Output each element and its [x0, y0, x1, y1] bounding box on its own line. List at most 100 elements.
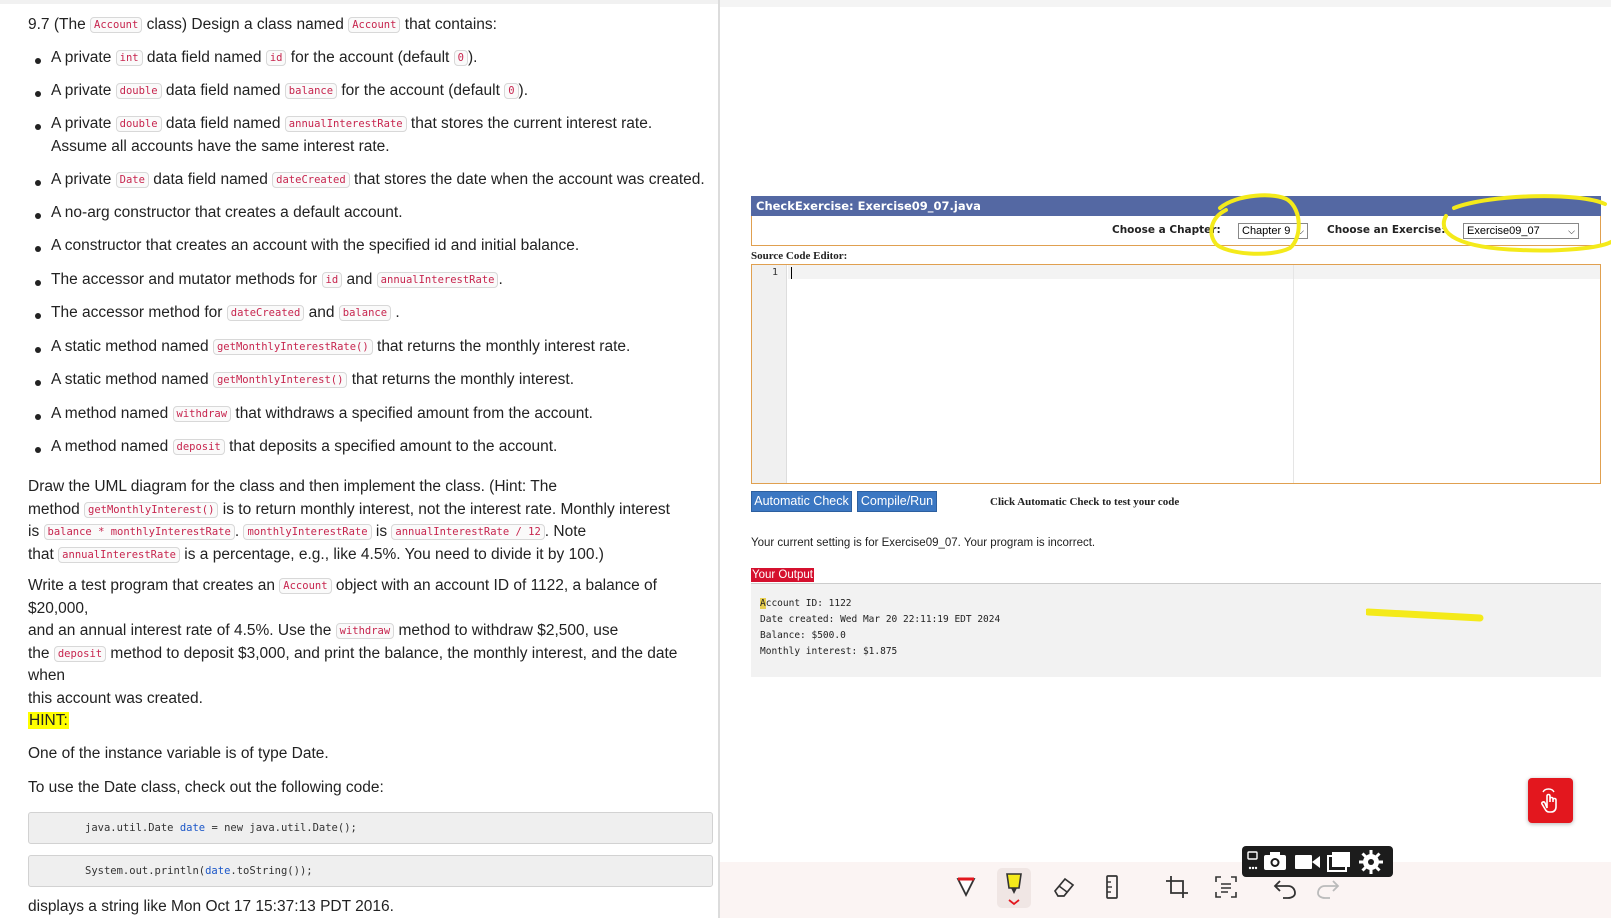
panel-top-border — [0, 0, 718, 4]
code-block: java.util.Date date = new java.util.Date… — [28, 812, 713, 844]
list-item: A private double data field named annual… — [51, 115, 653, 155]
highlight-scribble — [1441, 194, 1611, 253]
code-id: id — [265, 50, 287, 66]
ruler-icon[interactable] — [1098, 873, 1126, 901]
code-expression: annualInterestRate / 12 — [391, 524, 545, 540]
text-select-icon[interactable] — [1212, 873, 1240, 901]
check-exercise-panel: CheckExercise: Exercise09_07.java Choose… — [720, 0, 1611, 918]
bullet-dot — [35, 414, 41, 420]
exercise-label: Choose an Exercise: — [1327, 224, 1446, 236]
source-editor-label: Source Code Editor: — [751, 250, 848, 262]
source-code-editor[interactable]: 1 — [751, 264, 1601, 484]
list-item: A constructor that creates an account wi… — [51, 237, 580, 254]
code-double: double — [115, 116, 162, 132]
code-zero: 0 — [504, 83, 519, 99]
undo-icon[interactable] — [1271, 873, 1299, 901]
code-annual-interest-rate: annualInterestRate — [284, 116, 407, 132]
camera-icon[interactable] — [1264, 852, 1286, 870]
code-withdraw: withdraw — [172, 406, 232, 422]
list-item: A private int data field named id for th… — [51, 49, 478, 66]
list-item: A static method named getMonthlyInterest… — [51, 371, 575, 388]
bullet-dot — [35, 246, 41, 252]
video-icon[interactable] — [1295, 855, 1320, 869]
list-item: The accessor and mutator methods for id … — [51, 271, 503, 288]
exercise-heading: 9.7 (The Account class) Design a class n… — [28, 14, 712, 36]
code-get-monthly-interest: getMonthlyInterest() — [84, 501, 219, 518]
bullet-dot — [35, 180, 41, 186]
output-line: Balance: $500.0 — [760, 630, 846, 641]
redo-icon[interactable] — [1314, 873, 1342, 901]
bullet-dot — [35, 124, 41, 130]
code-date-created: dateCreated — [272, 172, 350, 188]
code-deposit: deposit — [172, 439, 225, 455]
code-balance: balance — [284, 83, 338, 99]
list-item: A method named deposit that deposits a s… — [51, 438, 558, 455]
active-line — [788, 265, 1600, 279]
code-expression: balance * monthlyInterestRate — [43, 524, 235, 540]
output-box: Account ID: 1122 Date created: Wed Mar 2… — [751, 583, 1601, 677]
list-item: A private Date data field named dateCrea… — [51, 171, 705, 188]
print-margin — [1293, 265, 1294, 483]
bullet-dot — [35, 280, 41, 286]
gear-icon[interactable] — [1359, 850, 1383, 874]
output-line: Monthly interest: $1.875 — [760, 646, 898, 657]
list-item: A no-arg constructor that creates a defa… — [51, 204, 403, 221]
panel-top-border — [720, 0, 1611, 7]
code-account: Account — [90, 17, 143, 33]
highlight-scribble — [1209, 193, 1301, 256]
uml-paragraph: Draw the UML diagram for the class and t… — [28, 478, 670, 563]
bullet-dot — [35, 347, 41, 353]
output-line: Date created: Wed Mar 20 22:11:19 EDT 20… — [760, 614, 1001, 625]
status-message: Your current setting is for Exercise09_0… — [751, 537, 1096, 549]
crop-icon[interactable] — [1163, 873, 1191, 901]
camera-settings-icon[interactable] — [1247, 851, 1258, 870]
code-annual-interest-rate: annualInterestRate — [58, 546, 180, 563]
touch-hand-icon — [1541, 788, 1557, 813]
list-item: The accessor method for dateCreated and … — [51, 304, 400, 321]
code-get-monthly-interest-rate: getMonthlyInterestRate() — [212, 339, 373, 355]
bullet-dot — [35, 447, 41, 453]
bullet-dot — [35, 213, 41, 219]
footer-text: displays a string like Mon Oct 17 15:37:… — [28, 898, 394, 915]
output-line: Account ID: 1122 — [760, 598, 852, 609]
chapter-label: Choose a Chapter: — [1112, 224, 1221, 236]
code-double: double — [115, 83, 162, 99]
code-block: System.out.println(date.toString()); — [28, 855, 713, 887]
code-account: Account — [279, 578, 332, 594]
code-int: int — [115, 50, 143, 66]
line-gutter: 1 — [752, 265, 787, 483]
hint-text: One of the instance variable is of type … — [28, 745, 329, 762]
code-monthly-interest-rate: monthlyInterestRate — [243, 524, 372, 540]
list-item: A method named withdraw that withdraws a… — [51, 405, 593, 422]
bullet-dot — [35, 91, 41, 97]
code-balance: balance — [338, 305, 392, 321]
code-deposit: deposit — [53, 645, 107, 662]
pen-icon[interactable] — [952, 873, 980, 901]
code-date-created: dateCreated — [226, 305, 305, 321]
code-zero: 0 — [453, 50, 468, 66]
code-date: Date — [115, 172, 149, 188]
code-annual-interest-rate: annualInterestRate — [376, 272, 499, 288]
code-account: Account — [348, 17, 401, 33]
heading-text: class) Design a class named — [142, 16, 349, 33]
automatic-check-button[interactable]: Automatic Check — [751, 491, 852, 512]
code-get-monthly-interest: getMonthlyInterest() — [212, 372, 348, 388]
bullet-dot — [35, 58, 41, 64]
bullet-dot — [35, 380, 41, 386]
touch-hand-button[interactable] — [1528, 778, 1573, 823]
heading-text: 9.7 (The — [28, 16, 91, 33]
bullet-dot — [35, 313, 41, 319]
list-item: A static method named getMonthlyInterest… — [51, 338, 631, 355]
eraser-icon[interactable] — [1050, 873, 1078, 901]
window-icon[interactable] — [1327, 852, 1350, 872]
hint-text: To use the Date class, check out the fol… — [28, 779, 384, 796]
assignment-panel: 9.7 (The Account class) Design a class n… — [0, 0, 718, 918]
hint-heading: HINT: — [28, 712, 69, 729]
highlighter-icon[interactable] — [997, 868, 1031, 908]
compile-run-button[interactable]: Compile/Run — [857, 491, 937, 512]
heading-text: that contains: — [400, 16, 497, 33]
list-item: A private double data field named balanc… — [51, 82, 529, 99]
code-id: id — [321, 272, 343, 288]
highlight-stroke — [1366, 608, 1484, 622]
text-cursor — [791, 267, 792, 279]
